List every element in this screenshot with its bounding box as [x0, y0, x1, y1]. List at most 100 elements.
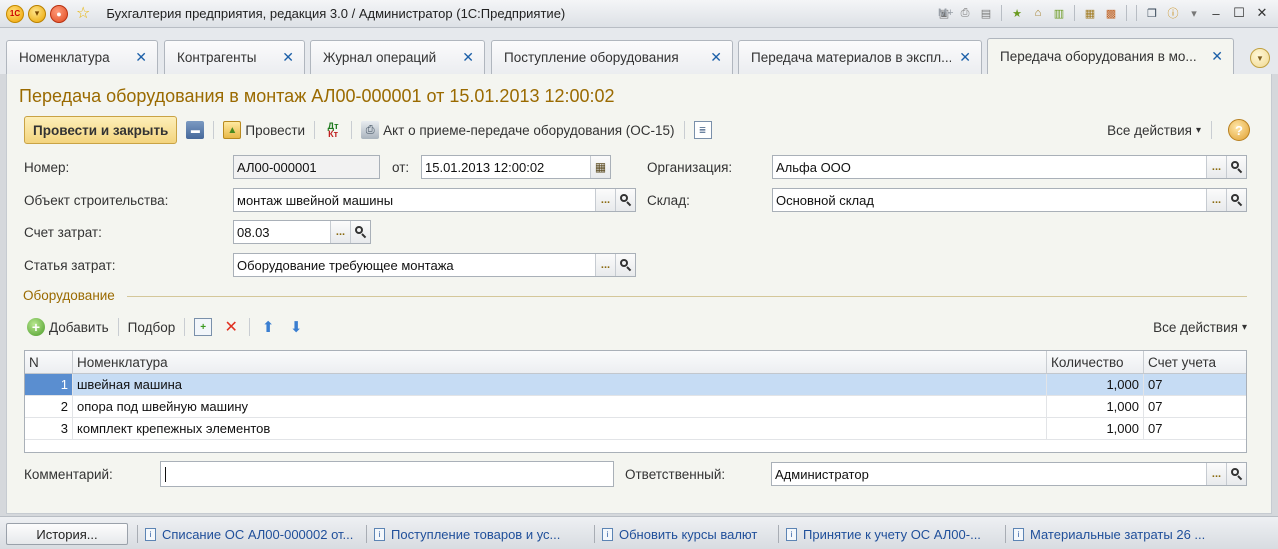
- taskbar-item[interactable]: i Поступление товаров и ус...: [374, 525, 584, 543]
- calendar-icon[interactable]: ▩: [1102, 4, 1120, 22]
- tab-close-icon[interactable]: ✕: [462, 49, 474, 66]
- pick-button[interactable]: Подбор: [123, 315, 181, 339]
- row-item[interactable]: опора под швейную машину: [73, 396, 1047, 417]
- chevron-down-icon[interactable]: ▾: [1185, 4, 1203, 22]
- arrow-down-icon: ⬇: [289, 319, 303, 336]
- comment-input[interactable]: [160, 461, 614, 487]
- history-button[interactable]: История...: [6, 523, 128, 545]
- column-header-account[interactable]: Счет учета: [1144, 351, 1246, 373]
- taskbar-item[interactable]: i Материальные затраты 26 ...: [1013, 525, 1223, 543]
- close-window-button[interactable]: ✕: [1252, 4, 1272, 22]
- table-all-actions-menu[interactable]: Все действия ▾: [1153, 320, 1247, 335]
- post-and-close-button[interactable]: Провести и закрыть: [24, 116, 178, 144]
- history-icon[interactable]: ⌂: [1029, 4, 1047, 22]
- row-quantity[interactable]: 1,000: [1047, 374, 1144, 395]
- responsible-field[interactable]: Администратор ...: [771, 462, 1247, 486]
- minimize-button[interactable]: –: [1206, 4, 1226, 22]
- debit-credit-button[interactable]: Дт Кт: [319, 118, 347, 142]
- cost-account-field[interactable]: 08.03 ...: [233, 220, 371, 244]
- row-account[interactable]: 07: [1144, 396, 1246, 417]
- post-icon: ▲: [223, 121, 242, 139]
- tab-materials-transfer[interactable]: Передача материалов в экспл... ✕: [738, 40, 982, 74]
- post-button[interactable]: ▲ Провести: [218, 118, 310, 142]
- row-account[interactable]: 07: [1144, 418, 1246, 439]
- taskbar-item[interactable]: i Принятие к учету ОС АЛ00-...: [786, 525, 992, 543]
- add-row-button[interactable]: + Добавить: [25, 315, 114, 339]
- tab-equipment-receipt[interactable]: Поступление оборудования ✕: [491, 40, 733, 74]
- open-search-icon[interactable]: [1226, 189, 1246, 211]
- bookmark-icon[interactable]: ▥: [1050, 4, 1068, 22]
- document-form: Передача оборудования в монтаж АЛ00-0000…: [6, 74, 1272, 514]
- app-logo-icon[interactable]: 1С: [6, 4, 24, 23]
- print-icon[interactable]: ⎙: [956, 4, 974, 22]
- open-search-icon[interactable]: [1226, 463, 1246, 485]
- responsible-label: Ответственный:: [625, 467, 726, 482]
- organization-field[interactable]: Альфа ООО ...: [772, 155, 1247, 179]
- table-header: N Номенклатура Количество Счет учета: [25, 351, 1246, 374]
- copy-row-button[interactable]: +: [189, 315, 217, 339]
- select-button[interactable]: ...: [330, 221, 350, 243]
- table-row[interactable]: 1 швейная машина 1,000 07: [25, 374, 1246, 396]
- tab-close-icon[interactable]: ✕: [282, 49, 294, 66]
- select-button[interactable]: ...: [595, 254, 615, 276]
- row-item[interactable]: швейная машина: [73, 374, 1047, 395]
- row-account[interactable]: 07: [1144, 374, 1246, 395]
- row-item[interactable]: комплект крепежных элементов: [73, 418, 1047, 439]
- row-quantity[interactable]: 1,000: [1047, 418, 1144, 439]
- column-header-nomenclature[interactable]: Номенклатура: [73, 351, 1047, 373]
- stop-icon[interactable]: ●: [50, 4, 68, 23]
- windows-icon[interactable]: ❐: [1143, 4, 1161, 22]
- tab-equipment-installation[interactable]: Передача оборудования в мо... ✕: [987, 38, 1234, 74]
- row-quantity[interactable]: 1,000: [1047, 396, 1144, 417]
- tab-list-icon[interactable]: ▼: [1250, 48, 1270, 68]
- warehouse-field[interactable]: Основной склад ...: [772, 188, 1247, 212]
- date-field[interactable]: 15.01.2013 12:00:02 ▦: [421, 155, 611, 179]
- open-search-icon[interactable]: [350, 221, 370, 243]
- main-menu-icon[interactable]: ▾: [28, 4, 46, 23]
- cost-item-field[interactable]: Оборудование требующее монтажа ...: [233, 253, 636, 277]
- document-icon: i: [145, 527, 156, 541]
- tab-close-icon[interactable]: ✕: [1211, 48, 1223, 65]
- print-act-button[interactable]: ⎙ Акт о приеме-передаче оборудования (ОС…: [356, 118, 679, 142]
- related-documents-button[interactable]: ≣: [689, 118, 717, 142]
- help-icon[interactable]: ?: [1228, 119, 1250, 141]
- select-button[interactable]: ...: [1206, 463, 1226, 485]
- taskbar-item[interactable]: i Списание ОС АЛ00-000002 от...: [145, 525, 357, 543]
- open-search-icon[interactable]: [615, 254, 635, 276]
- calendar-icon[interactable]: ▦: [590, 156, 610, 178]
- calculator-icon[interactable]: ▦: [1081, 4, 1099, 22]
- preview-icon[interactable]: ▤: [977, 4, 995, 22]
- memory-mminus-button[interactable]: M-: [935, 4, 954, 22]
- open-search-icon[interactable]: [615, 189, 635, 211]
- tab-close-icon[interactable]: ✕: [959, 49, 971, 66]
- delete-row-button[interactable]: ✕: [217, 315, 245, 339]
- favorites-add-icon[interactable]: ★: [1008, 4, 1026, 22]
- table-row[interactable]: 2 опора под швейную машину 1,000 07: [25, 396, 1246, 418]
- tab-close-icon[interactable]: ✕: [135, 49, 147, 66]
- favorites-star-icon[interactable]: ☆: [76, 5, 90, 22]
- number-field[interactable]: АЛ00-000001: [233, 155, 380, 179]
- move-up-button[interactable]: ⬆: [254, 315, 282, 339]
- move-down-button[interactable]: ⬇: [282, 315, 310, 339]
- select-button[interactable]: ...: [595, 189, 615, 211]
- all-actions-menu[interactable]: Все действия ▾ ?: [1107, 119, 1250, 141]
- column-header-quantity[interactable]: Количество: [1047, 351, 1144, 373]
- tab-nomenclature[interactable]: Номенклатура ✕: [6, 40, 158, 74]
- tab-counterparties[interactable]: Контрагенты ✕: [164, 40, 305, 74]
- taskbar-item[interactable]: i Обновить курсы валют: [602, 525, 774, 543]
- warehouse-label: Склад:: [647, 193, 690, 208]
- equipment-table[interactable]: N Номенклатура Количество Счет учета 1 ш…: [24, 350, 1247, 453]
- select-button[interactable]: ...: [1206, 156, 1226, 178]
- save-button[interactable]: ▬: [181, 118, 209, 142]
- equipment-section-title: Оборудование: [23, 288, 115, 303]
- tab-close-icon[interactable]: ✕: [710, 49, 722, 66]
- construction-object-field[interactable]: монтаж швейной машины ...: [233, 188, 636, 212]
- open-search-icon[interactable]: [1226, 156, 1246, 178]
- tab-operations-journal[interactable]: Журнал операций ✕: [310, 40, 485, 74]
- table-row[interactable]: 3 комплект крепежных элементов 1,000 07: [25, 418, 1246, 440]
- maximize-button[interactable]: ☐: [1229, 4, 1249, 22]
- info-icon[interactable]: ⓘ: [1164, 4, 1182, 22]
- column-header-n[interactable]: N: [25, 351, 73, 373]
- page-title: Передача оборудования в монтаж АЛ00-0000…: [19, 86, 615, 106]
- select-button[interactable]: ...: [1206, 189, 1226, 211]
